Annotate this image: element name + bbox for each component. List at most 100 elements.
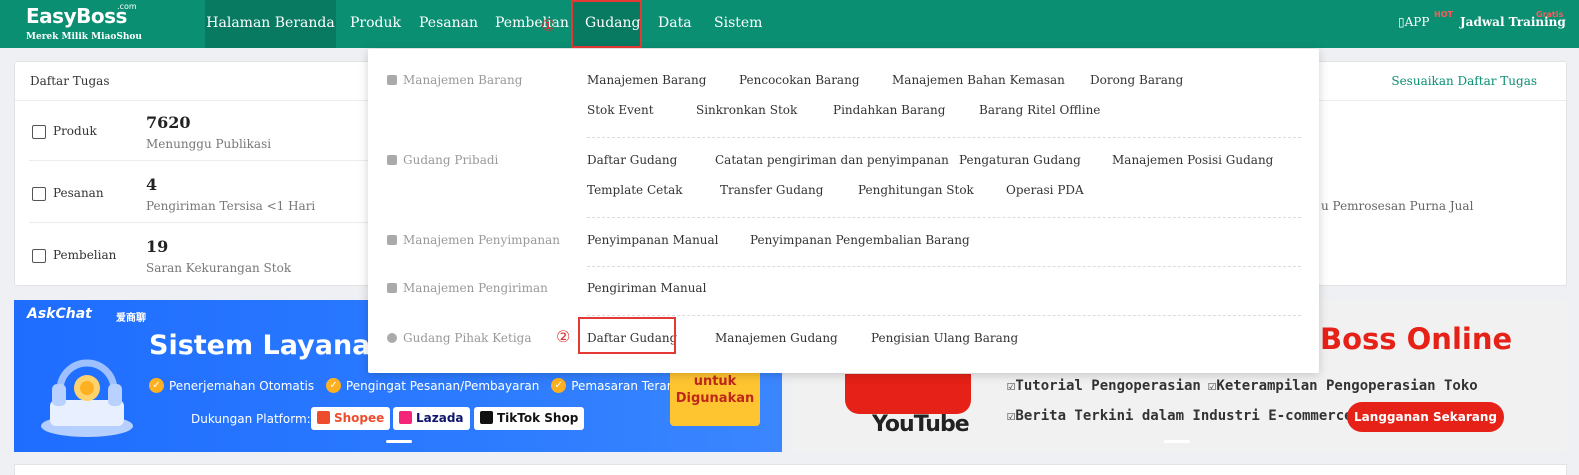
bottom-panel bbox=[14, 464, 1567, 475]
check-icon: ✓ bbox=[325, 378, 341, 393]
category-manajemen-pengiriman: Manajemen Pengiriman bbox=[387, 281, 548, 295]
gratis-badge: Gratis bbox=[1536, 10, 1564, 19]
divider bbox=[587, 315, 1301, 316]
menu-penyimpanan-manual[interactable]: Penyimpanan Manual bbox=[587, 233, 719, 247]
category-label: Gudang Pribadi bbox=[403, 153, 499, 167]
step-1-marker: ① bbox=[541, 16, 556, 35]
task-row-produk[interactable]: Produk 7620 Menunggu Publikasi bbox=[15, 113, 367, 186]
carousel-indicator[interactable] bbox=[1164, 440, 1190, 443]
logo-tagline: Merek Milik MiaoShou bbox=[26, 32, 142, 42]
tiktok-badge: TikTok Shop bbox=[474, 407, 585, 430]
task-label: Pembelian bbox=[53, 248, 117, 262]
menu-manajemen-bahan-kemasan[interactable]: Manajemen Bahan Kemasan bbox=[892, 73, 1065, 87]
category-label: Manajemen Penyimpanan bbox=[403, 233, 560, 247]
divider bbox=[587, 137, 1301, 138]
banner-title: Boss Online bbox=[1320, 322, 1513, 356]
menu-template-cetak[interactable]: Template Cetak bbox=[587, 183, 683, 197]
menu-pengaturan-gudang[interactable]: Pengaturan Gudang bbox=[959, 153, 1081, 167]
gudang-dropdown-menu: Manajemen Barang Manajemen Barang Pencoc… bbox=[368, 49, 1319, 373]
subscribe-button[interactable]: Langganan Sekarang bbox=[1347, 402, 1504, 432]
app-link[interactable]: ▯APP bbox=[1398, 15, 1429, 29]
feature-item: ☑Keterampilan Pengoperasian Toko bbox=[1208, 378, 1478, 394]
menu-catatan-pengiriman[interactable]: Catatan pengiriman dan penyimpanan bbox=[715, 153, 949, 167]
shopee-badge: Shopee bbox=[311, 407, 391, 430]
task-row-pesanan[interactable]: Pesanan 4 Pengiriman Tersisa <1 Hari bbox=[15, 175, 367, 248]
feature-label: Pengingat Pesanan/Pembayaran bbox=[345, 378, 540, 393]
divider bbox=[29, 160, 369, 161]
nav-sistem[interactable]: Sistem bbox=[714, 0, 762, 48]
top-nav: EasyBoss .com Merek Milik MiaoShou Halam… bbox=[0, 0, 1579, 48]
menu-manajemen-posisi-gudang[interactable]: Manajemen Posisi Gudang bbox=[1112, 153, 1273, 167]
menu-penyimpanan-pengembalian[interactable]: Penyimpanan Pengembalian Barang bbox=[750, 233, 970, 247]
nav-home[interactable]: Halaman Beranda bbox=[205, 0, 336, 48]
phone-icon: ▯ bbox=[1398, 15, 1405, 29]
divider bbox=[587, 217, 1301, 218]
nav-produk[interactable]: Produk bbox=[350, 0, 401, 48]
lazada-badge: Lazada bbox=[393, 407, 470, 430]
askchat-logo: AskChat bbox=[27, 306, 92, 322]
menu-pindahkan-barang[interactable]: Pindahkan Barang bbox=[833, 103, 945, 117]
nav-data[interactable]: Data bbox=[658, 0, 692, 48]
youtube-icon bbox=[845, 374, 971, 414]
menu-penghitungan-stok[interactable]: Penghitungan Stok bbox=[858, 183, 974, 197]
app-label: APP bbox=[1404, 15, 1430, 29]
platform-name: Lazada bbox=[416, 411, 464, 425]
logo[interactable]: EasyBoss .com Merek Milik MiaoShou bbox=[0, 0, 205, 48]
task-panel-title: Daftar Tugas bbox=[30, 74, 110, 88]
menu-barang-ritel-offline[interactable]: Barang Ritel Offline bbox=[979, 103, 1100, 117]
nav-pembelian[interactable]: Pembelian bbox=[495, 0, 569, 48]
menu-stok-event[interactable]: Stok Event bbox=[587, 103, 654, 117]
box-icon bbox=[387, 75, 397, 85]
purchase-icon bbox=[32, 249, 46, 263]
menu-pengisian-ulang-barang[interactable]: Pengisian Ulang Barang bbox=[871, 331, 1018, 345]
task-count[interactable]: 4 bbox=[146, 175, 157, 194]
category-label: Gudang Pihak Ketiga bbox=[403, 331, 532, 345]
menu-daftar-gudang[interactable]: Daftar Gudang bbox=[587, 153, 677, 167]
nav-pesanan[interactable]: Pesanan bbox=[419, 0, 478, 48]
youtube-label: YouTube bbox=[872, 412, 970, 437]
carousel-indicator[interactable] bbox=[386, 440, 412, 443]
task-desc: Pengiriman Tersisa <1 Hari bbox=[146, 199, 316, 213]
step-2-marker: ② bbox=[556, 327, 571, 346]
divider bbox=[29, 222, 369, 223]
warehouse-icon bbox=[387, 155, 397, 165]
task-label: Produk bbox=[53, 124, 97, 138]
task-label: Pesanan bbox=[53, 186, 104, 200]
third-party-icon bbox=[387, 333, 397, 343]
menu-pencocokan-barang[interactable]: Pencocokan Barang bbox=[739, 73, 860, 87]
logo-text: EasyBoss bbox=[26, 4, 127, 28]
menu-pengiriman-manual[interactable]: Pengiriman Manual bbox=[587, 281, 706, 295]
platform-name: Shopee bbox=[334, 411, 385, 425]
feature-item: ☑Berita Terkini dalam Industri E-commerc… bbox=[1007, 408, 1353, 424]
storage-icon bbox=[387, 235, 397, 245]
lazada-icon bbox=[399, 411, 412, 424]
category-gudang-pihak-ketiga: Gudang Pihak Ketiga bbox=[387, 331, 532, 345]
check-icon: ✓ bbox=[551, 378, 567, 393]
divider bbox=[587, 266, 1301, 267]
menu-operasi-pda[interactable]: Operasi PDA bbox=[1006, 183, 1084, 197]
task-count[interactable]: 7620 bbox=[146, 113, 191, 132]
product-icon bbox=[32, 125, 46, 139]
nav-gudang[interactable]: Gudang bbox=[571, 0, 642, 48]
after-sales-task-text: u Pemrosesan Purna Jual bbox=[1321, 199, 1474, 213]
platform-label: Dukungan Platform: bbox=[191, 412, 311, 426]
shipping-icon bbox=[387, 283, 397, 293]
customize-tasks-link[interactable]: Sesuaikan Daftar Tugas bbox=[1391, 74, 1537, 88]
use-now-button[interactable]: untuk Digunakan bbox=[670, 368, 760, 426]
task-desc: Menunggu Publikasi bbox=[146, 137, 272, 151]
order-icon bbox=[32, 187, 46, 201]
hot-badge: HOT bbox=[1434, 10, 1453, 19]
shopee-icon bbox=[317, 411, 330, 424]
menu-manajemen-barang[interactable]: Manajemen Barang bbox=[587, 73, 706, 87]
feature-item: ✓ Pemasaran Terarah bbox=[551, 378, 687, 393]
category-manajemen-barang: Manajemen Barang bbox=[387, 73, 522, 87]
menu-transfer-gudang[interactable]: Transfer Gudang bbox=[720, 183, 823, 197]
tiktok-icon bbox=[480, 411, 493, 424]
feature-label: Penerjemahan Otomatis bbox=[169, 378, 315, 393]
category-gudang-pribadi: Gudang Pribadi bbox=[387, 153, 498, 167]
menu-manajemen-gudang[interactable]: Manajemen Gudang bbox=[715, 331, 838, 345]
task-count[interactable]: 19 bbox=[146, 237, 168, 256]
banner-title: Sistem Layanan bbox=[149, 330, 390, 361]
menu-sinkronkan-stok[interactable]: Sinkronkan Stok bbox=[696, 103, 797, 117]
menu-dorong-barang[interactable]: Dorong Barang bbox=[1090, 73, 1183, 87]
